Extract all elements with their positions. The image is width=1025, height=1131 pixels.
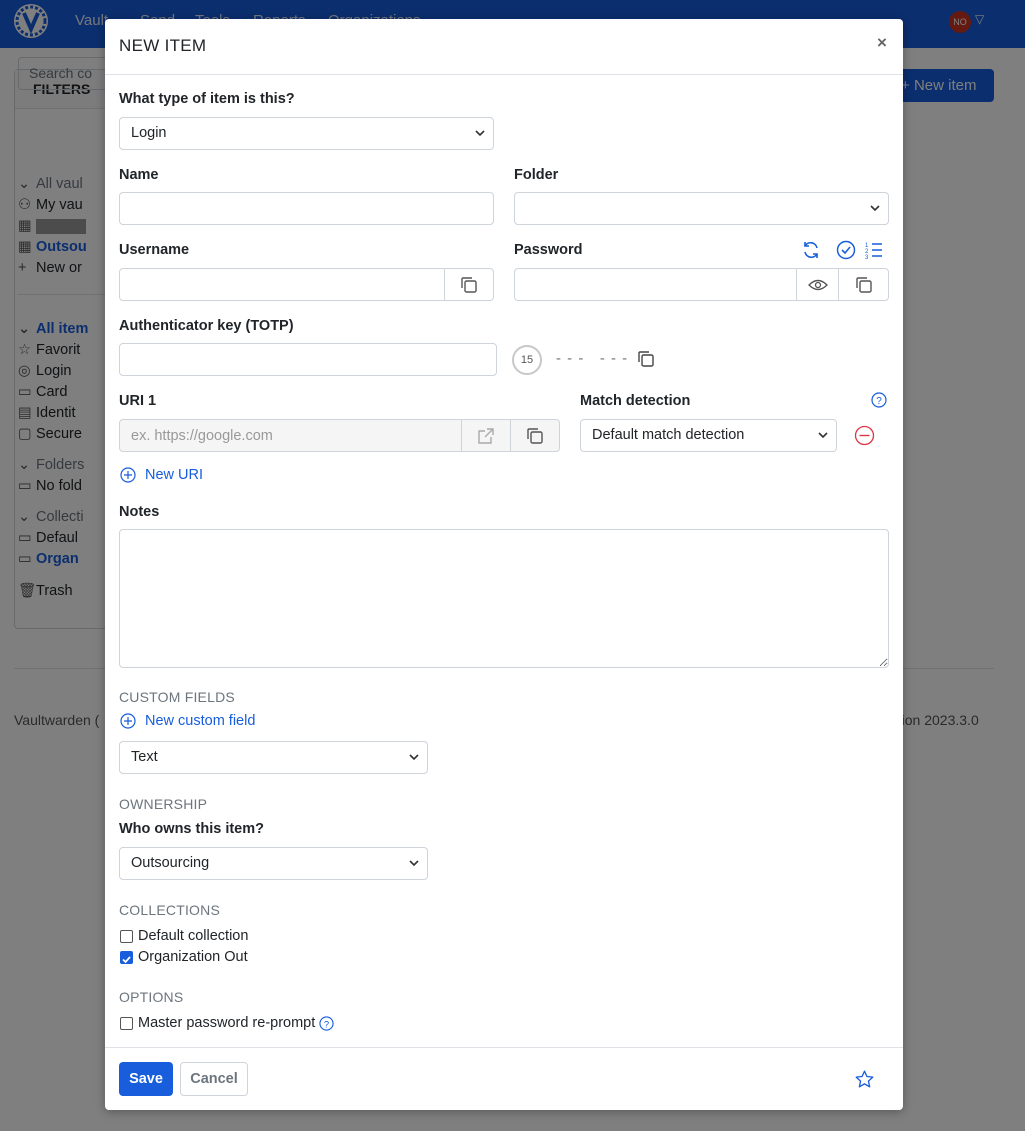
folder-label: Folder <box>514 167 559 183</box>
generate-password-icon[interactable] <box>801 240 821 260</box>
chevron-down-icon <box>870 205 880 212</box>
match-detection-label: Match detection <box>580 393 691 409</box>
owner-value: Outsourcing <box>131 855 210 871</box>
copy-password-button[interactable] <box>838 268 889 301</box>
svg-text:?: ? <box>324 1019 329 1029</box>
new-item-modal: NEW ITEM × What type of item is this? Lo… <box>105 19 903 1110</box>
username-label: Username <box>119 242 190 258</box>
chevron-down-icon <box>409 860 419 867</box>
username-input[interactable] <box>119 268 445 301</box>
toggle-visibility-button[interactable] <box>796 268 839 301</box>
collection-checkbox-row[interactable]: Default collection <box>120 928 248 944</box>
item-type-select[interactable]: Login <box>119 117 494 150</box>
new-custom-field-label: New custom field <box>145 713 256 729</box>
launch-uri-button[interactable] <box>461 419 511 452</box>
password-history-icon[interactable]: 123 <box>864 240 884 260</box>
star-icon[interactable] <box>854 1069 875 1090</box>
custom-fields-header: CUSTOM FIELDS <box>119 689 235 705</box>
remove-uri-icon[interactable] <box>854 425 875 446</box>
external-link-icon <box>478 427 494 444</box>
uri-label: URI 1 <box>119 393 157 409</box>
chevron-down-icon <box>475 130 485 137</box>
notes-textarea[interactable] <box>119 529 889 668</box>
totp-countdown: 15 <box>512 345 542 375</box>
save-button[interactable]: Save <box>119 1062 173 1096</box>
match-detection-select[interactable]: Default match detection <box>580 419 837 452</box>
copy-username-button[interactable] <box>444 268 494 301</box>
new-uri-link[interactable]: New URI <box>120 467 203 483</box>
checkbox[interactable] <box>120 1016 133 1030</box>
reprompt-label: Master password re-prompt <box>138 1015 316 1031</box>
totp-code: - - - - - - <box>556 350 629 367</box>
help-icon[interactable]: ? <box>871 392 887 408</box>
close-button[interactable]: × <box>877 33 887 53</box>
password-input[interactable] <box>514 268 797 301</box>
modal-title: NEW ITEM <box>119 36 207 55</box>
copy-icon[interactable] <box>636 349 656 369</box>
copy-icon <box>527 427 543 444</box>
new-custom-field-link[interactable]: New custom field <box>120 713 255 729</box>
collection-label: Default collection <box>138 928 249 944</box>
match-detection-value: Default match detection <box>592 427 745 443</box>
chevron-down-icon <box>409 754 419 761</box>
password-label: Password <box>514 242 583 258</box>
checkbox[interactable] <box>120 950 133 964</box>
check-icon <box>122 955 131 963</box>
owner-select[interactable]: Outsourcing <box>119 847 428 880</box>
collection-checkbox-row[interactable]: Organization Out <box>120 949 248 965</box>
collections-header: COLLECTIONS <box>119 902 220 918</box>
notes-label: Notes <box>119 504 160 520</box>
uri-input[interactable] <box>119 419 462 452</box>
plus-circle-icon <box>120 713 136 729</box>
owner-label: Who owns this item? <box>119 821 264 837</box>
svg-text:?: ? <box>876 396 882 407</box>
help-icon[interactable]: ? <box>319 1015 334 1031</box>
ownership-header: OWNERSHIP <box>119 796 208 812</box>
name-label: Name <box>119 167 159 183</box>
item-type-value: Login <box>131 125 167 141</box>
new-uri-label: New URI <box>145 467 204 483</box>
custom-field-type-select[interactable]: Text <box>119 741 428 774</box>
options-header: OPTIONS <box>119 989 184 1005</box>
type-label: What type of item is this? <box>119 91 295 107</box>
totp-input[interactable] <box>119 343 497 376</box>
copy-uri-button[interactable] <box>510 419 560 452</box>
plus-circle-icon <box>120 467 136 483</box>
name-input[interactable] <box>119 192 494 225</box>
svg-text:3: 3 <box>865 255 869 260</box>
checkbox[interactable] <box>120 929 133 943</box>
reprompt-checkbox-row[interactable]: Master password re-prompt ? <box>120 1015 334 1031</box>
custom-field-type-value: Text <box>131 749 158 765</box>
copy-icon <box>855 276 872 293</box>
header-divider <box>105 74 903 75</box>
folder-select[interactable] <box>514 192 889 225</box>
chevron-down-icon <box>818 432 828 439</box>
cancel-button[interactable]: Cancel <box>180 1062 248 1096</box>
totp-label: Authenticator key (TOTP) <box>119 318 294 334</box>
collection-label: Organization Out <box>138 949 248 965</box>
eye-icon <box>807 279 828 290</box>
check-password-icon[interactable] <box>836 240 856 260</box>
footer-divider <box>105 1047 903 1048</box>
copy-icon <box>461 276 477 293</box>
